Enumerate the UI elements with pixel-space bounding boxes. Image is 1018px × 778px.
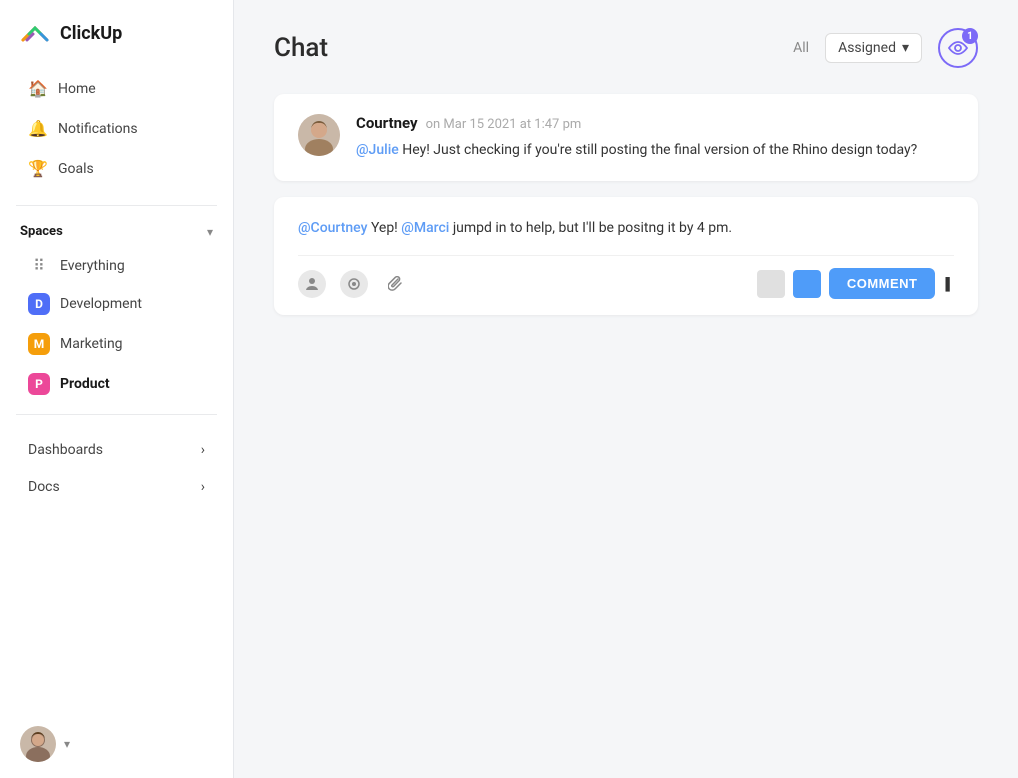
user-avatar: [20, 726, 56, 762]
bell-icon: 🔔: [28, 119, 46, 138]
reply-card: @Courtney Yep! @Marci jumpd in to help, …: [274, 197, 978, 315]
sidebar-bottom-section: Dashboards › Docs ›: [0, 425, 233, 512]
paperclip-icon: [388, 276, 404, 292]
courtney-avatar: [298, 114, 340, 156]
sidebar-item-docs[interactable]: Docs ›: [8, 469, 225, 505]
clickup-logo-icon: [20, 18, 50, 48]
main-header: Chat All Assigned ▾ 1: [234, 0, 1018, 84]
development-badge: D: [28, 293, 50, 315]
spaces-header[interactable]: Spaces ▾: [0, 216, 233, 247]
circle-icon-tool[interactable]: [340, 270, 368, 298]
reply-tools: [298, 270, 410, 298]
message-1-body: Courtney on Mar 15 2021 at 1:47 pm @Juli…: [356, 114, 954, 161]
eye-icon-circle: 1: [938, 28, 978, 68]
sidebar-item-goals-label: Goals: [58, 161, 94, 177]
sidebar-item-marketing[interactable]: M Marketing: [8, 325, 225, 363]
sidebar-item-everything[interactable]: ⠿ Everything: [8, 248, 225, 283]
spaces-label: Spaces: [20, 224, 63, 239]
eye-icon: [948, 41, 968, 55]
mention-julie: @Julie: [356, 142, 399, 158]
message-1: Courtney on Mar 15 2021 at 1:47 pm @Juli…: [274, 94, 978, 181]
circle-icon: [347, 277, 361, 291]
chevron-down-filter-icon: ▾: [902, 40, 909, 56]
message-1-time: on Mar 15 2021 at 1:47 pm: [426, 117, 582, 132]
chat-area: Courtney on Mar 15 2021 at 1:47 pm @Juli…: [234, 84, 1018, 778]
header-right: All Assigned ▾ 1: [793, 28, 978, 68]
sidebar-item-home[interactable]: 🏠 Home: [8, 69, 225, 108]
message-1-author: Courtney: [356, 114, 418, 132]
marketing-badge: M: [28, 333, 50, 355]
sidebar-item-notifications-label: Notifications: [58, 121, 138, 137]
trophy-icon: 🏆: [28, 159, 46, 178]
sidebar-footer[interactable]: ▾: [0, 710, 233, 778]
reply-text-after: jumpd in to help, but I'll be positng it…: [453, 220, 732, 236]
mention-courtney: @Courtney: [298, 220, 367, 236]
filter-assigned-dropdown[interactable]: Assigned ▾: [825, 33, 922, 63]
avatar-image: [20, 726, 56, 762]
courtney-avatar-image: [298, 114, 340, 156]
sidebar-item-development[interactable]: D Development: [8, 285, 225, 323]
home-icon: 🏠: [28, 79, 46, 98]
reply-text: @Courtney Yep! @Marci jumpd in to help, …: [298, 217, 954, 239]
sidebar-item-docs-label: Docs: [28, 479, 60, 495]
sidebar-item-dashboards[interactable]: Dashboards ›: [8, 432, 225, 468]
page-title: Chat: [274, 33, 328, 63]
chevron-down-icon: ▾: [207, 225, 213, 239]
person-icon-tool[interactable]: [298, 270, 326, 298]
logo-area[interactable]: ClickUp: [0, 0, 233, 62]
sidebar-item-product-label: Product: [60, 376, 110, 392]
sidebar-item-product[interactable]: P Product: [8, 365, 225, 403]
divider-2: [16, 414, 217, 415]
product-badge: P: [28, 373, 50, 395]
message-1-content: Hey! Just checking if you're still posti…: [402, 142, 917, 158]
sidebar-item-development-label: Development: [60, 296, 142, 312]
sidebar-item-notifications[interactable]: 🔔 Notifications: [8, 109, 225, 148]
chevron-right-icon-2: ›: [201, 479, 205, 495]
message-1-text: @Julie Hey! Just checking if you're stil…: [356, 140, 954, 161]
format-box-2[interactable]: [793, 270, 821, 298]
watch-button[interactable]: 1: [938, 28, 978, 68]
filter-assigned-label: Assigned: [838, 40, 896, 56]
mention-marci: @Marci: [401, 220, 449, 236]
sidebar-item-dashboards-label: Dashboards: [28, 442, 103, 458]
divider-1: [16, 205, 217, 206]
sidebar-nav: 🏠 Home 🔔 Notifications 🏆 Goals: [0, 62, 233, 195]
logo-text: ClickUp: [60, 23, 122, 44]
sidebar: ClickUp 🏠 Home 🔔 Notifications 🏆 Goals S…: [0, 0, 234, 778]
sidebar-item-home-label: Home: [58, 81, 96, 97]
reply-text-before: Yep!: [371, 220, 401, 236]
paperclip-icon-tool[interactable]: [382, 270, 410, 298]
dots-icon: ⠿: [28, 256, 50, 275]
chevron-down-user-icon: ▾: [64, 737, 70, 751]
main-content: Chat All Assigned ▾ 1: [234, 0, 1018, 778]
sidebar-item-goals[interactable]: 🏆 Goals: [8, 149, 225, 188]
sidebar-item-everything-label: Everything: [60, 258, 125, 274]
message-1-meta: Courtney on Mar 15 2021 at 1:47 pm: [356, 114, 954, 132]
sidebar-item-marketing-label: Marketing: [60, 336, 123, 352]
format-box-1[interactable]: [757, 270, 785, 298]
notification-badge: 1: [962, 28, 978, 44]
comment-button[interactable]: COMMENT: [829, 268, 936, 299]
person-icon: [305, 277, 319, 291]
chevron-right-icon: ›: [201, 442, 205, 458]
reply-actions: COMMENT ▌: [757, 268, 954, 299]
filter-all-tab[interactable]: All: [793, 40, 809, 56]
reply-footer: COMMENT ▌: [298, 255, 954, 299]
cursor-indicator: ▌: [945, 277, 954, 291]
